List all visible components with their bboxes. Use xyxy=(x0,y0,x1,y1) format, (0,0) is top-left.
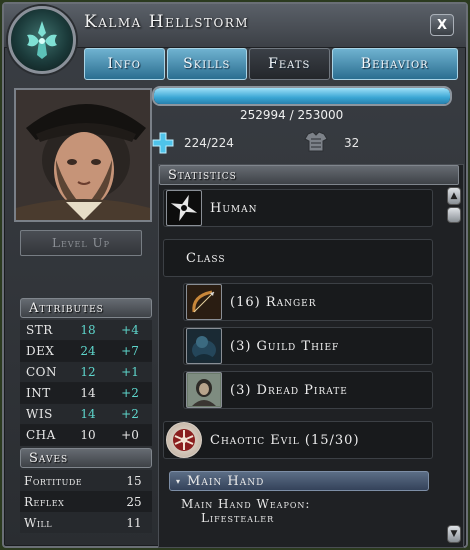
save-name: Fortitude xyxy=(24,473,83,488)
attribute-name: INT xyxy=(26,386,51,400)
attributes-table: STR 18 +4 DEX 24 +7 CON 12 +1 INT 14 +2 … xyxy=(20,320,152,446)
tab-feats[interactable]: Feats xyxy=(249,48,330,80)
attribute-modifier: +1 xyxy=(121,365,139,379)
armor-icon xyxy=(304,131,328,153)
attribute-row-cha: CHA 10 +0 xyxy=(20,425,152,446)
save-row-will: Will 11 xyxy=(20,512,152,533)
character-window: Kalma Hellstorm X Info Skills Feats Beha… xyxy=(2,2,468,548)
class-row-ranger[interactable]: (16) Ranger xyxy=(183,283,433,321)
race-row[interactable]: Human xyxy=(163,189,433,227)
alignment-icon xyxy=(166,422,202,458)
attribute-modifier: +2 xyxy=(121,407,139,421)
save-row-reflex: Reflex 25 xyxy=(20,491,152,512)
attribute-row-int: INT 14 +2 xyxy=(20,383,152,404)
attribute-value: 14 xyxy=(80,407,96,421)
class-row-guild-thief[interactable]: (3) Guild Thief xyxy=(183,327,433,365)
save-name: Will xyxy=(24,515,53,530)
alignment-row[interactable]: Chaotic Evil (15/30) xyxy=(163,421,433,459)
collapse-arrow-icon: ▾ xyxy=(176,476,182,486)
class-row-dread-pirate[interactable]: (3) Dread Pirate xyxy=(183,371,433,409)
saves-table: Fortitude 15 Reflex 25 Will 11 xyxy=(20,470,152,533)
main-hand-header[interactable]: ▾ Main Hand xyxy=(169,471,429,491)
close-button[interactable]: X xyxy=(430,14,454,36)
bow-icon xyxy=(186,284,222,320)
attribute-modifier: +4 xyxy=(121,323,139,337)
save-value: 11 xyxy=(126,515,142,530)
tab-skills[interactable]: Skills xyxy=(166,48,247,80)
guild-emblem-icon xyxy=(8,6,76,74)
attribute-row-dex: DEX 24 +7 xyxy=(20,341,152,362)
attribute-name: WIS xyxy=(26,407,53,421)
main-hand-info: Main Hand Weapon: Lifestealer xyxy=(181,497,310,525)
armor-class-value: 32 xyxy=(344,136,360,150)
statistics-panel: Statistics Human Class (16) Ranger (3) G… xyxy=(158,164,464,548)
character-portrait xyxy=(14,88,152,222)
save-row-fortitude: Fortitude 15 xyxy=(20,470,152,491)
save-value: 25 xyxy=(126,494,142,509)
save-name: Reflex xyxy=(24,494,65,509)
attribute-name: STR xyxy=(26,323,53,337)
pirate-icon xyxy=(186,372,222,408)
class-header-row: Class xyxy=(163,239,433,277)
hit-points-value: 224/224 xyxy=(184,136,234,150)
statistics-scrollbar[interactable]: ▲ ▼ xyxy=(447,187,461,543)
attribute-name: CON xyxy=(26,365,58,379)
attribute-value: 18 xyxy=(80,323,96,337)
alignment-label: Chaotic Evil (15/30) xyxy=(210,432,360,448)
scroll-thumb[interactable] xyxy=(447,207,461,223)
attribute-row-wis: WIS 14 +2 xyxy=(20,404,152,425)
scroll-down-button[interactable]: ▼ xyxy=(447,525,461,543)
health-cross-icon xyxy=(152,132,174,154)
scroll-up-button[interactable]: ▲ xyxy=(447,187,461,205)
main-hand-title: Main Hand xyxy=(187,473,265,489)
character-name: Kalma Hellstorm xyxy=(84,12,250,32)
attribute-value: 24 xyxy=(80,344,96,358)
attribute-value: 14 xyxy=(80,386,96,400)
attribute-name: DEX xyxy=(26,344,55,358)
experience-bar-fill xyxy=(154,88,450,104)
main-hand-weapon-label: Main Hand Weapon: xyxy=(181,497,311,511)
tab-info[interactable]: Info xyxy=(84,48,165,80)
attribute-name: CHA xyxy=(26,428,56,442)
tab-bar: Info Skills Feats Behavior xyxy=(84,48,458,80)
level-up-button[interactable]: Level Up xyxy=(20,230,142,256)
race-icon xyxy=(166,190,202,226)
attribute-modifier: +0 xyxy=(121,428,139,442)
attribute-modifier: +7 xyxy=(121,344,139,358)
attributes-header: Attributes xyxy=(20,298,152,318)
attribute-value: 10 xyxy=(80,428,96,442)
attribute-modifier: +2 xyxy=(121,386,139,400)
experience-bar xyxy=(152,86,452,106)
class-label-ranger: (16) Ranger xyxy=(230,294,317,310)
saves-header: Saves xyxy=(20,448,152,468)
thief-icon xyxy=(186,328,222,364)
attribute-value: 12 xyxy=(80,365,96,379)
attribute-row-str: STR 18 +4 xyxy=(20,320,152,341)
race-label: Human xyxy=(210,200,258,216)
class-label: Class xyxy=(186,250,226,266)
main-hand-weapon-name: Lifestealer xyxy=(201,511,275,525)
tab-behavior[interactable]: Behavior xyxy=(331,48,458,80)
attribute-row-con: CON 12 +1 xyxy=(20,362,152,383)
save-value: 15 xyxy=(126,473,142,488)
class-label-guild-thief: (3) Guild Thief xyxy=(230,338,340,354)
experience-text: 252994 / 253000 xyxy=(240,108,344,122)
class-label-dread-pirate: (3) Dread Pirate xyxy=(230,382,348,398)
statistics-header: Statistics xyxy=(159,165,459,185)
